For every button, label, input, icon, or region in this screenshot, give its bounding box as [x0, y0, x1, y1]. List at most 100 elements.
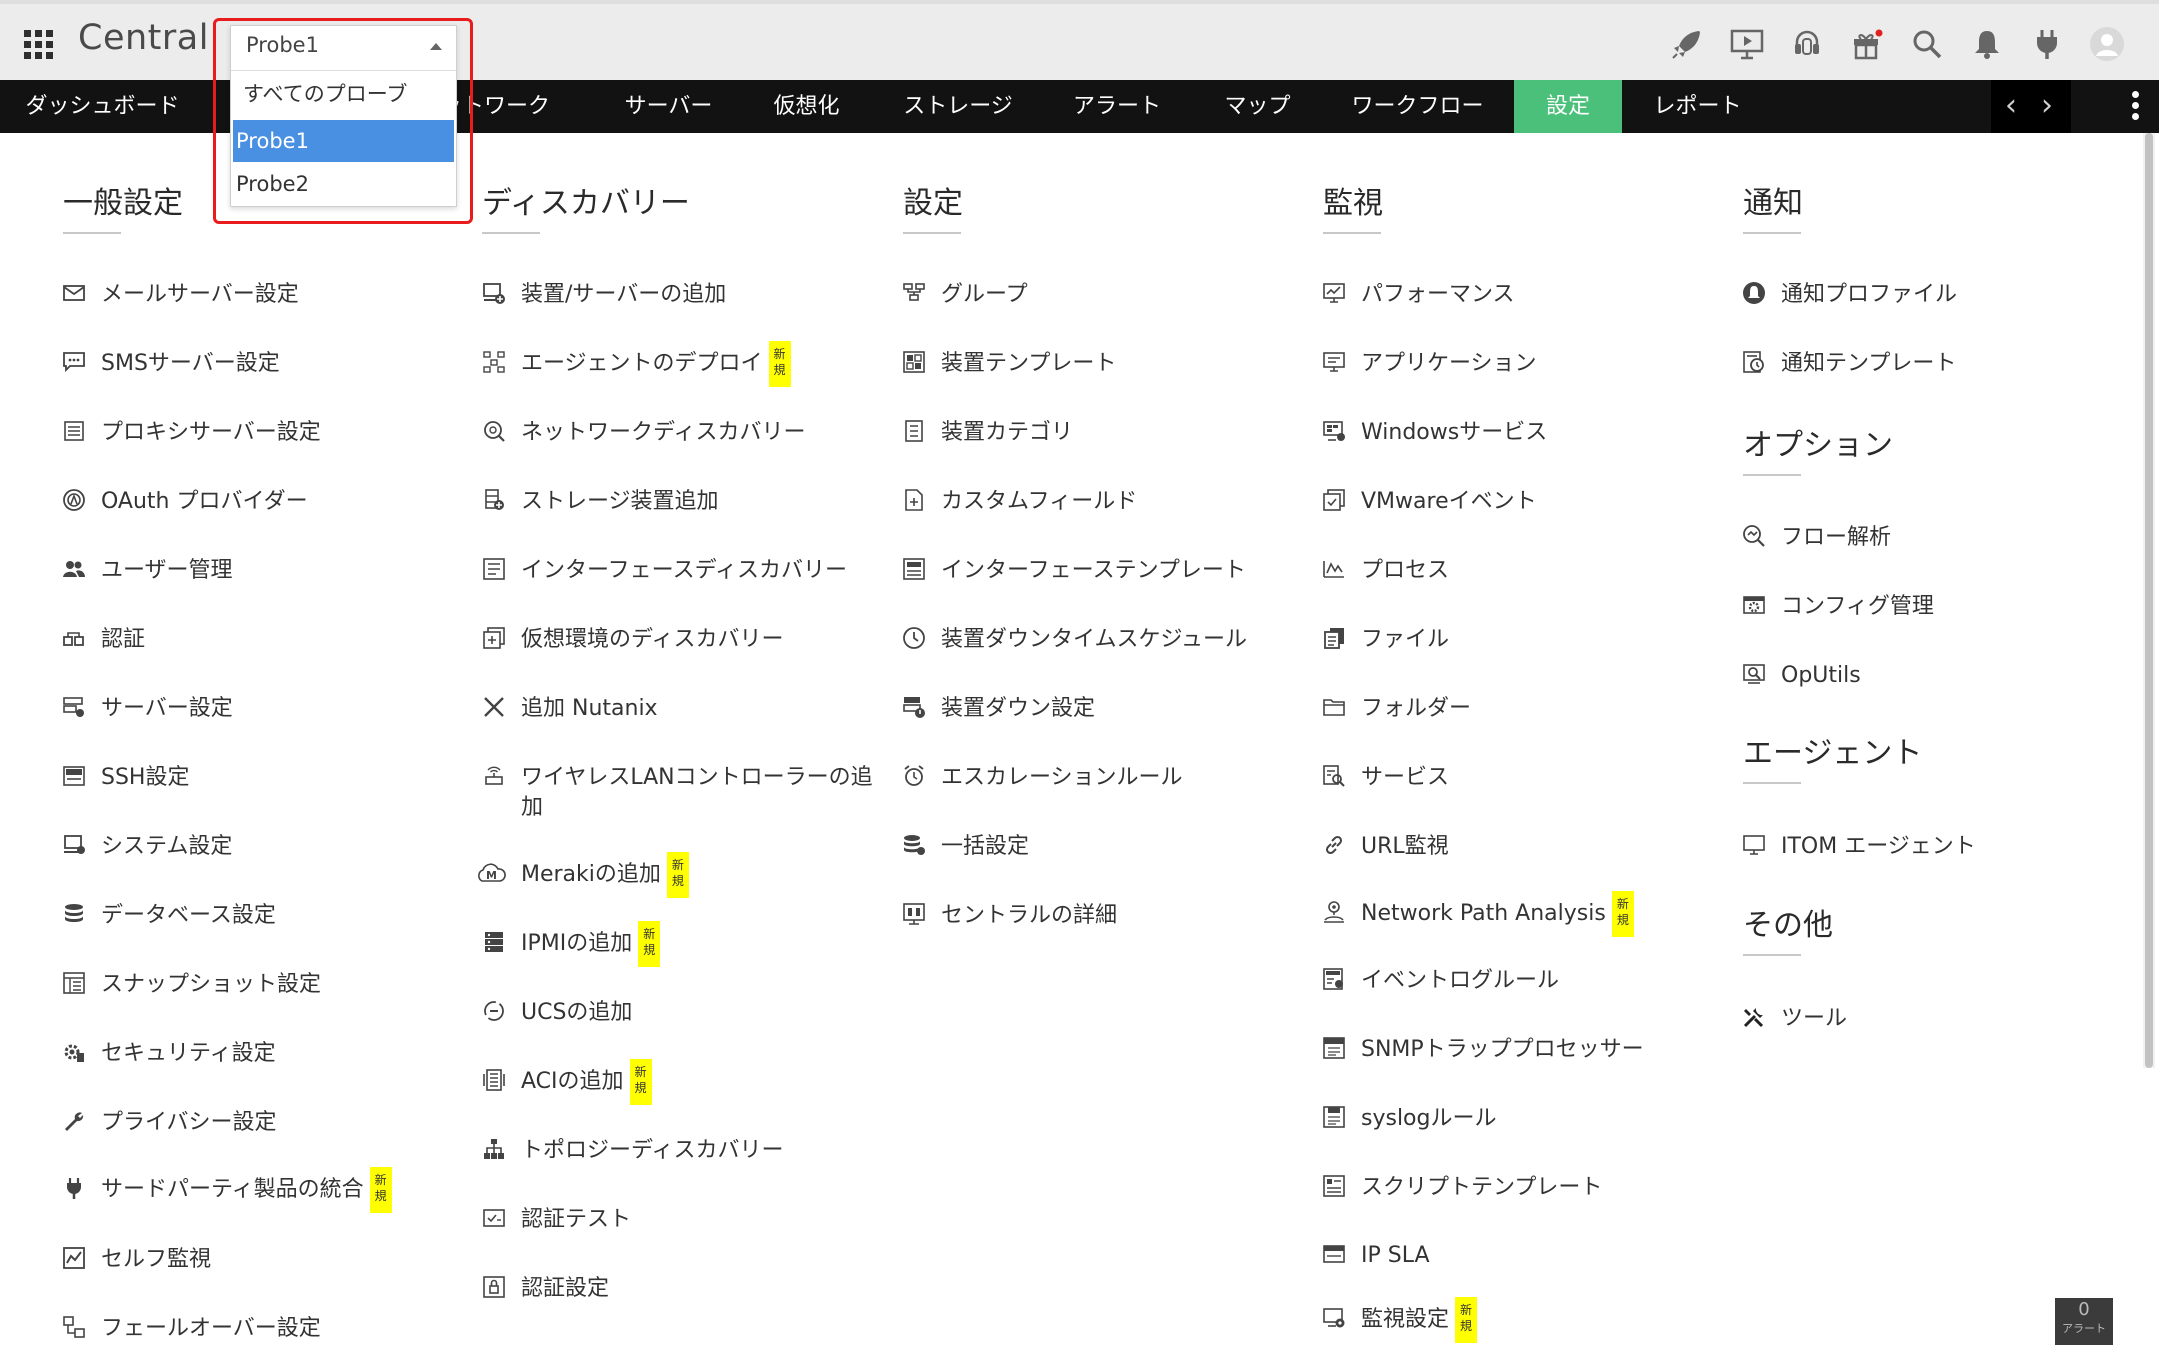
- menu-item-nutanix[interactable]: 追加 Nutanix: [481, 694, 658, 724]
- menu-item-security[interactable]: セキュリティ設定: [61, 1039, 276, 1069]
- menu-item-virtual-discovery[interactable]: 仮想環境のディスカバリー: [481, 625, 783, 655]
- menu-item-performance[interactable]: パフォーマンス: [1321, 280, 1515, 310]
- menu-item-interface-template[interactable]: インターフェーステンプレート: [901, 556, 1246, 586]
- menu-item-escalation[interactable]: エスカレーションルール: [901, 763, 1183, 793]
- menu-item-failover[interactable]: フェールオーバー設定: [61, 1314, 321, 1344]
- nav-next-icon[interactable]: ›: [2041, 88, 2053, 123]
- section-divider: [1323, 232, 1381, 234]
- menu-item-snapshot[interactable]: スナップショット設定: [61, 970, 321, 1000]
- menu-item-itom-agent[interactable]: ITOM エージェント: [1741, 832, 1976, 862]
- menu-item-storage-add[interactable]: ストレージ装置追加: [481, 487, 719, 517]
- probe-option-all[interactable]: すべてのプローブ: [240, 73, 453, 115]
- menu-item-agent-deploy[interactable]: エージェントのデプロイ 新規: [481, 341, 791, 387]
- menu-item-ip-sla[interactable]: IP SLA: [1321, 1241, 1430, 1271]
- more-vertical-icon[interactable]: [2125, 86, 2145, 126]
- menu-item-url-monitor[interactable]: URL監視: [1321, 832, 1449, 862]
- page-scrollbar[interactable]: [2143, 133, 2155, 1068]
- menu-item-snmp-trap[interactable]: SNMPトラッププロセッサー: [1321, 1035, 1644, 1065]
- menu-item-eventlog-rules[interactable]: イベントログルール: [1321, 966, 1559, 996]
- menu-item-folder[interactable]: フォルダー: [1321, 694, 1471, 724]
- menu-item-oputils[interactable]: OpUtils: [1741, 661, 1861, 691]
- menu-item-custom-field[interactable]: カスタムフィールド: [901, 487, 1137, 517]
- menu-item-label: イベントログルール: [1361, 968, 1560, 993]
- menu-item-credential-settings[interactable]: 認証設定: [481, 1274, 609, 1304]
- bell-icon[interactable]: [1957, 20, 2017, 68]
- probe-dropdown[interactable]: Probe1 すべてのプローブ Probe1 Probe2: [230, 25, 457, 207]
- nav-server[interactable]: サーバー: [606, 80, 731, 133]
- menu-item-topology[interactable]: トポロジーディスカバリー: [481, 1136, 783, 1166]
- menu-item-downtime-schedule[interactable]: 装置ダウンタイムスケジュール: [901, 625, 1247, 655]
- nav-alerts[interactable]: アラート: [1052, 80, 1182, 133]
- menu-item-ipmi[interactable]: IPMIの追加 新規: [481, 921, 661, 967]
- menu-item-user-management[interactable]: ユーザー管理: [61, 556, 233, 586]
- nav-dashboard[interactable]: ダッシュボード: [0, 80, 205, 133]
- menu-item-add-device[interactable]: 装置/サーバーの追加: [481, 280, 726, 310]
- menu-item-file[interactable]: ファイル: [1321, 625, 1449, 655]
- menu-item-device-down[interactable]: 装置ダウン設定: [901, 694, 1095, 724]
- app-grid-icon[interactable]: [24, 30, 54, 60]
- nav-maps[interactable]: マップ: [1195, 80, 1320, 133]
- probe-option-probe1[interactable]: Probe1: [233, 120, 454, 162]
- menu-item-config-management[interactable]: コンフィグ管理: [1741, 592, 1934, 622]
- presentation-icon[interactable]: [1717, 20, 1777, 68]
- menu-item-wireless-lan[interactable]: ワイヤレスLANコントローラーの追加: [481, 763, 873, 823]
- menu-item-ucs[interactable]: UCSの追加: [481, 998, 632, 1028]
- menu-item-group[interactable]: グループ: [901, 280, 1028, 310]
- nav-virtualization[interactable]: 仮想化: [744, 80, 869, 133]
- probe-select[interactable]: Probe1: [231, 26, 456, 71]
- menu-item-script-template[interactable]: スクリプトテンプレート: [1321, 1173, 1602, 1203]
- scrollbar-thumb[interactable]: [2145, 133, 2153, 1068]
- menu-item-label: フォルダー: [1361, 696, 1472, 721]
- menu-item-interface-discovery[interactable]: インターフェースディスカバリー: [481, 556, 847, 586]
- menu-item-aci[interactable]: ACIの追加 新規: [481, 1059, 652, 1105]
- menu-item-application[interactable]: アプリケーション: [1321, 349, 1537, 379]
- nav-workflow[interactable]: ワークフロー: [1335, 80, 1500, 133]
- menu-item-device-category[interactable]: 装置カテゴリ: [901, 418, 1073, 448]
- nav-prev-icon[interactable]: ‹: [2005, 88, 2017, 123]
- nav-settings[interactable]: 設定: [1514, 80, 1622, 133]
- plug-icon[interactable]: [2017, 20, 2077, 68]
- database-icon: [61, 901, 87, 927]
- script-icon: [1321, 1173, 1347, 1199]
- menu-item-credential-test[interactable]: 認証テスト: [481, 1205, 631, 1235]
- gift-icon[interactable]: [1837, 20, 1897, 68]
- nav-storage[interactable]: ストレージ: [883, 80, 1033, 133]
- menu-item-server-settings[interactable]: サーバー設定: [61, 694, 233, 724]
- search-icon[interactable]: [1897, 20, 1957, 68]
- menu-item-tools[interactable]: ツール: [1741, 1004, 1847, 1034]
- menu-item-privacy[interactable]: プライバシー設定: [61, 1108, 277, 1138]
- rocket-icon[interactable]: [1657, 20, 1717, 68]
- menu-item-vmware-events[interactable]: VMwareイベント: [1321, 487, 1537, 517]
- menu-item-ssh[interactable]: SSH設定: [61, 763, 189, 793]
- menu-item-windows-service[interactable]: Windowsサービス: [1321, 418, 1547, 448]
- menu-item-syslog-rules[interactable]: syslogルール: [1321, 1104, 1496, 1134]
- menu-item-self-monitoring[interactable]: セルフ監視: [61, 1245, 211, 1275]
- menu-item-process[interactable]: プロセス: [1321, 556, 1449, 586]
- menu-item-flow-analysis[interactable]: フロー解析: [1741, 523, 1891, 553]
- menu-item-notification-template[interactable]: 通知テンプレート: [1741, 349, 1956, 379]
- menu-item-device-template[interactable]: 装置テンプレート: [901, 349, 1116, 379]
- menu-item-monitor-settings[interactable]: 監視設定 新規: [1321, 1297, 1478, 1343]
- headset-icon[interactable]: [1777, 20, 1837, 68]
- menu-item-system[interactable]: システム設定: [61, 832, 232, 862]
- monitor-settings-icon: [1321, 1305, 1347, 1331]
- menu-item-auth[interactable]: 認証: [61, 625, 145, 655]
- menu-item-network-discovery[interactable]: ネットワークディスカバリー: [481, 418, 805, 448]
- alert-counter[interactable]: 0 アラート: [2055, 1298, 2113, 1345]
- menu-item-bulk-settings[interactable]: 一括設定: [901, 832, 1029, 862]
- probe-option-probe2[interactable]: Probe2: [233, 163, 454, 205]
- nav-reports[interactable]: レポート: [1630, 80, 1765, 133]
- menu-item-proxy[interactable]: プロキシサーバー設定: [61, 418, 321, 448]
- menu-item-notification-profile[interactable]: 通知プロファイル: [1741, 280, 1957, 310]
- user-avatar-icon[interactable]: [2077, 20, 2137, 68]
- menu-item-oauth[interactable]: OAuth プロバイダー: [61, 487, 308, 517]
- menu-item-service[interactable]: サービス: [1321, 763, 1449, 793]
- menu-item-database[interactable]: データベース設定: [61, 901, 276, 931]
- menu-item-meraki[interactable]: M Merakiの追加 新規: [475, 852, 689, 898]
- menu-item-central-details[interactable]: セントラルの詳細: [901, 901, 1117, 931]
- menu-item-third-party[interactable]: サードパーティ製品の統合 新規: [61, 1167, 392, 1213]
- menu-item-sms-server[interactable]: SMSサーバー設定: [61, 349, 280, 379]
- menu-item-network-path-analysis[interactable]: Network Path Analysis 新規: [1321, 891, 1634, 937]
- menu-item-mail-server[interactable]: メールサーバー設定: [61, 280, 299, 310]
- category-icon: [901, 418, 927, 444]
